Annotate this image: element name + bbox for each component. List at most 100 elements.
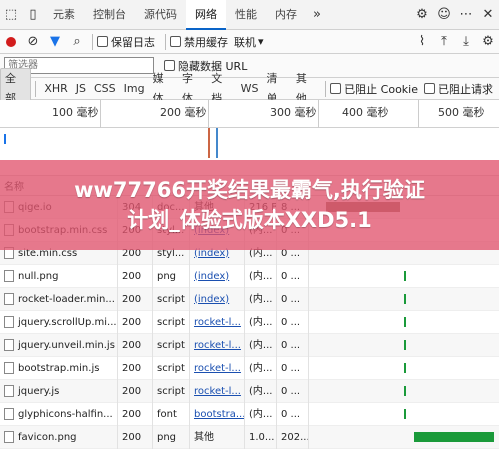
cell-initiator: (index) <box>190 287 245 311</box>
request-name[interactable]: null.png <box>18 265 58 288</box>
overview-bar <box>4 134 6 144</box>
filter-row: 隐藏数据 URL <box>0 54 499 78</box>
export-har-icon[interactable]: ⤓ <box>455 31 477 53</box>
file-icon <box>4 270 14 282</box>
device-toolbar-icon[interactable]: ▯ <box>22 4 44 26</box>
cell-waterfall <box>309 380 499 403</box>
cell-type: font <box>153 402 190 426</box>
type-img[interactable]: Img <box>120 79 149 99</box>
cell-name: jquery.scrollUp.mi... <box>0 310 118 334</box>
cell-waterfall <box>309 288 499 311</box>
cell-time: 0 ... <box>277 310 309 334</box>
network-settings-icon[interactable]: ⚙ <box>477 31 499 53</box>
close-icon[interactable]: ✕ <box>477 4 499 26</box>
preserve-log-checkbox[interactable]: 保留日志 <box>97 34 155 50</box>
cell-name: jquery.js <box>0 379 118 403</box>
table-row[interactable]: favicon.png 200 png 其他 1.0... 202... <box>0 425 499 449</box>
promo-banner: ww77766开奖结果最霸气,执行验证 计划_体验式版本XXD5.1 <box>0 160 499 250</box>
more-options-icon[interactable]: ⋯ <box>455 4 477 26</box>
cell-size: (内... <box>245 402 277 426</box>
request-name[interactable]: rocket-loader.min... <box>18 288 115 311</box>
table-row[interactable]: rocket-loader.min... 200 script (index) (内..… <box>0 287 499 311</box>
feedback-icon[interactable]: ☺ <box>433 4 455 26</box>
tab-performance[interactable]: 性能 <box>226 0 266 30</box>
tab-network[interactable]: 网络 <box>186 0 226 30</box>
type-xhr[interactable]: XHR <box>40 79 71 99</box>
banner-line-1: ww77766开奖结果最霸气,执行验证 <box>74 178 425 202</box>
initiator-link[interactable]: rocket-l... <box>194 363 241 374</box>
initiator-link[interactable]: (index) <box>194 271 229 282</box>
cell-time: 0 ... <box>277 287 309 311</box>
throttle-value: 联机 <box>234 35 256 49</box>
blocked-requests-label: 已阻止请求 <box>438 82 493 96</box>
tab-sources[interactable]: 源代码 <box>135 0 186 30</box>
tick-400ms: 400 毫秒 <box>342 106 389 119</box>
type-css[interactable]: CSS <box>90 79 120 99</box>
type-js[interactable]: JS <box>72 79 90 99</box>
timeline-ruler: 100 毫秒 200 毫秒 300 毫秒 400 毫秒 500 毫秒 <box>0 100 499 128</box>
more-tabs-icon[interactable]: » <box>306 4 328 26</box>
cell-size: (内... <box>245 356 277 380</box>
disable-cache-label: 禁用缓存 <box>184 35 228 49</box>
search-icon[interactable]: ⌕ <box>66 31 88 53</box>
network-conditions-icon[interactable]: ⌇ <box>411 31 433 53</box>
request-name[interactable]: favicon.png <box>18 426 77 449</box>
cell-waterfall <box>309 311 499 334</box>
table-row[interactable]: jquery.scrollUp.mi... 200 script rocket-l..… <box>0 310 499 334</box>
cell-type: script <box>153 333 190 357</box>
divider <box>325 80 327 97</box>
cell-status: 200 <box>118 287 153 311</box>
disable-cache-checkbox[interactable]: 禁用缓存 <box>170 34 228 50</box>
inspect-icon[interactable]: ⬚ <box>0 4 22 26</box>
tab-memory[interactable]: 内存 <box>266 0 306 30</box>
blocked-requests-checkbox[interactable]: 已阻止请求 <box>424 81 493 97</box>
import-har-icon[interactable]: ⤒ <box>433 31 455 53</box>
cell-type: script <box>153 379 190 403</box>
devtools-tab-bar: ⬚ ▯ 元素 控制台 源代码 网络 性能 内存 » ⚙ ☺ ⋯ ✕ <box>0 0 499 30</box>
cell-size: (内... <box>245 264 277 288</box>
throttle-select[interactable]: 联机 ▾ <box>234 34 264 50</box>
type-ws[interactable]: WS <box>237 79 263 99</box>
record-icon[interactable] <box>0 31 22 53</box>
cell-waterfall <box>309 426 499 449</box>
cell-status: 200 <box>118 402 153 426</box>
cell-time: 0 ... <box>277 379 309 403</box>
table-row[interactable]: glyphicons-halfin... 200 font bootstra... (内… <box>0 402 499 426</box>
tab-console[interactable]: 控制台 <box>84 0 135 30</box>
cell-time: 202... <box>277 425 309 449</box>
request-name[interactable]: jquery.js <box>18 380 59 403</box>
table-row[interactable]: jquery.js 200 script rocket-l... (内... 0 ... <box>0 379 499 403</box>
initiator-link[interactable]: (index) <box>194 294 229 305</box>
request-name[interactable]: glyphicons-halfin... <box>18 403 113 426</box>
blocked-cookies-label: 已阻止 Cookie <box>344 82 418 96</box>
table-row[interactable]: jquery.unveil.min.js 200 script rocket-l...… <box>0 333 499 357</box>
cell-name: jquery.unveil.min.js <box>0 333 118 357</box>
preserve-log-label: 保留日志 <box>111 35 155 49</box>
cell-time: 0 ... <box>277 402 309 426</box>
settings-icon[interactable]: ⚙ <box>411 4 433 26</box>
cell-initiator: bootstra... <box>190 402 245 426</box>
waterfall-bar <box>404 293 406 304</box>
initiator-link[interactable]: rocket-l... <box>194 386 241 397</box>
cell-initiator: rocket-l... <box>190 356 245 380</box>
initiator-link[interactable]: bootstra... <box>194 409 244 420</box>
tab-elements[interactable]: 元素 <box>44 0 84 30</box>
filter-icon[interactable]: ▼ <box>44 31 66 53</box>
initiator-link[interactable]: rocket-l... <box>194 340 241 351</box>
chevron-down-icon: ▾ <box>258 35 264 48</box>
clear-icon[interactable]: ⊘ <box>22 31 44 53</box>
request-name[interactable]: jquery.scrollUp.mi... <box>18 311 117 334</box>
waterfall-bar <box>404 339 406 350</box>
table-row[interactable]: bootstrap.min.js 200 script rocket-l... (内..… <box>0 356 499 380</box>
table-row[interactable]: null.png 200 png (index) (内... 0 ... <box>0 264 499 288</box>
file-icon <box>4 385 14 397</box>
cell-status: 200 <box>118 264 153 288</box>
request-name[interactable]: jquery.unveil.min.js <box>18 334 115 357</box>
waterfall-bar <box>404 385 406 396</box>
cell-size: (内... <box>245 287 277 311</box>
waterfall-bar <box>404 316 406 327</box>
request-name[interactable]: bootstrap.min.js <box>18 357 99 380</box>
banner-line-2: 计划_体验式版本XXD5.1 <box>127 208 372 232</box>
initiator-link[interactable]: rocket-l... <box>194 317 241 328</box>
blocked-cookies-checkbox[interactable]: 已阻止 Cookie <box>330 81 418 97</box>
